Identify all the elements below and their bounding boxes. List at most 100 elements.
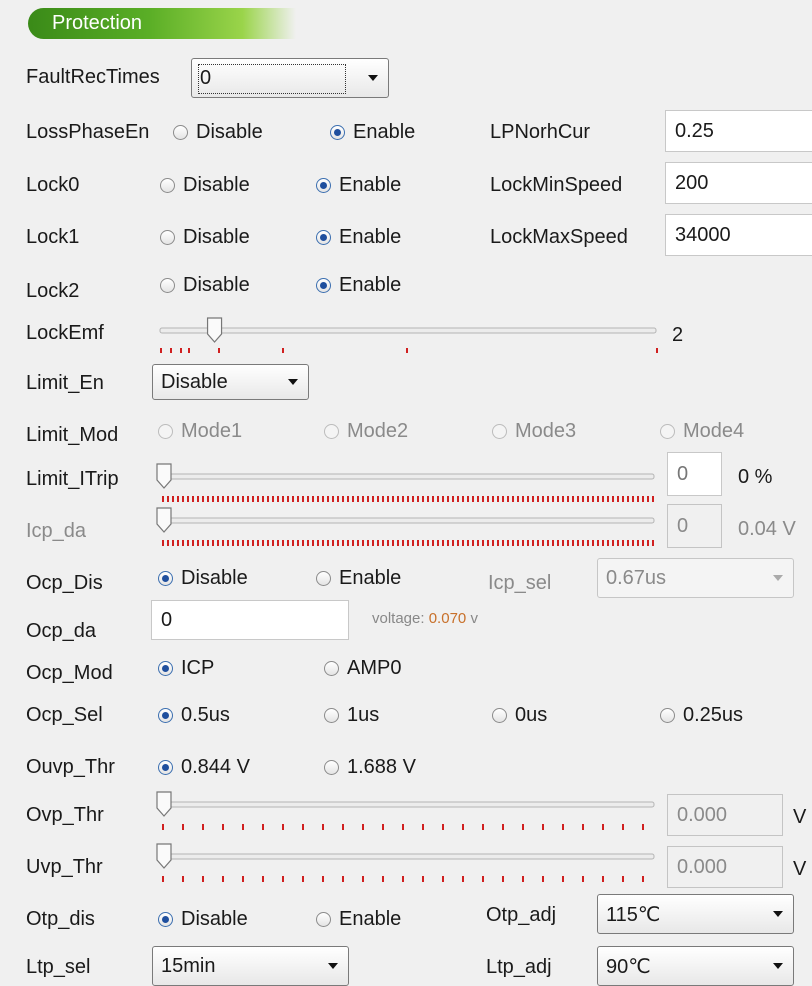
radio-icon [660,708,675,723]
slider-tick [562,540,564,546]
loss-phase-en-disable-radio[interactable]: Disable [173,121,263,144]
loss-phase-en-enable-radio[interactable]: Enable [330,121,415,144]
limit-mod-mode3-radio[interactable]: Mode3 [492,420,576,443]
slider-tick [552,540,554,546]
otp-dis-disable-radio[interactable]: Disable [158,908,248,931]
ltp-adj-select[interactable]: 90℃ [597,946,794,986]
slider-tick [170,348,172,353]
lock1-disable-radio[interactable]: Disable [160,226,250,249]
slider-tick [307,540,309,546]
slider-tick [422,540,424,546]
uvp-thr-value: 0.000 [677,855,728,878]
radio-label: ICP [181,657,215,679]
ltp-sel-select[interactable]: 15min [152,946,349,986]
ocp-mod-icp-radio[interactable]: ICP [158,657,214,680]
lock-max-speed-input[interactable]: 34000 [665,214,812,256]
lock0-label: Lock0 [26,174,80,196]
ocp-sel-0us-radio[interactable]: 0us [492,704,547,727]
ltp-sel-label: Ltp_sel [26,956,91,978]
slider-tick [632,540,634,546]
ocp-sel-0-25us-radio[interactable]: 0.25us [660,704,743,727]
otp-dis-enable-radio[interactable]: Enable [316,908,401,931]
slider-tick [582,824,584,830]
slider-tick [262,876,264,882]
limit-mod-mode2-radio[interactable]: Mode2 [324,420,408,443]
ovp-thr-input[interactable]: 0.000 [667,794,783,836]
lock-min-speed-input[interactable]: 200 [665,162,812,204]
lock2-disable-radio[interactable]: Disable [160,274,250,297]
ocp-sel-0-5us-radio[interactable]: 0.5us [158,704,230,727]
radio-icon [160,178,175,193]
otp-adj-select[interactable]: 115℃ [597,894,794,934]
slider-tick [656,348,658,353]
ocp-mod-amp0-radio[interactable]: AMP0 [324,657,401,680]
slider-tick [172,540,174,546]
section-title: Protection [52,12,143,34]
icp-sel-select[interactable]: 0.67us [597,558,794,598]
radio-label: Mode3 [515,420,577,442]
uvp-thr-label: Uvp_Thr [26,856,103,878]
fault-rec-times-select[interactable]: 0 [191,58,389,98]
ocp-da-value: 0 [161,608,173,631]
uvp-thr-slider[interactable] [150,838,665,888]
chevron-down-icon [288,379,298,385]
lp-norh-cur-input[interactable]: 0.25 [665,110,812,152]
lock-emf-label: LockEmf [26,322,104,344]
slider-thumb[interactable] [156,463,172,489]
radio-label: AMP0 [347,657,402,679]
limit-mod-mode4-radio[interactable]: Mode4 [660,420,744,443]
slider-tick [437,540,439,546]
ocp-dis-disable-radio[interactable]: Disable [158,567,248,590]
slider-tick [622,824,624,830]
slider-tick [202,876,204,882]
otp-adj-label: Otp_adj [486,904,557,926]
lock1-enable-radio[interactable]: Enable [316,226,401,249]
limit-itrip-slider[interactable] [150,458,665,508]
slider-tick [357,540,359,546]
icp-da-input[interactable]: 0 [667,504,722,548]
radio-icon [492,424,507,439]
slider-thumb[interactable] [156,791,172,817]
slider-tick [412,540,414,546]
ouvp-thr-0-844-radio[interactable]: 0.844 V [158,756,250,779]
ovp-thr-slider[interactable] [150,786,665,836]
slider-tick [212,540,214,546]
slider-tick [297,540,299,546]
slider-thumb[interactable] [206,317,223,343]
lock-emf-slider[interactable] [150,312,670,364]
lock2-enable-radio[interactable]: Enable [316,274,401,297]
slider-tick [512,540,514,546]
icp-da-slider[interactable] [150,502,665,552]
ouvp-thr-1-688-radio[interactable]: 1.688 V [324,756,416,779]
lock0-enable-radio[interactable]: Enable [316,174,401,197]
radio-checked-icon [316,178,331,193]
voltage-unit: v [470,610,478,627]
slider-tick [367,540,369,546]
slider-tick [652,540,654,546]
ltp-adj-label: Ltp_adj [486,956,552,978]
slider-tick [287,540,289,546]
uvp-thr-input[interactable]: 0.000 [667,846,783,888]
loss-phase-en-label: LossPhaseEn [26,121,150,143]
slider-tick [442,824,444,830]
ocp-sel-1us-radio[interactable]: 1us [324,704,379,727]
slider-tick [487,540,489,546]
slider-tick [282,876,284,882]
slider-tick [622,876,624,882]
limit-mod-mode1-radio[interactable]: Mode1 [158,420,242,443]
slider-tick [302,824,304,830]
slider-thumb[interactable] [156,507,172,533]
lock-emf-value: 2 [672,324,684,346]
radio-label: Mode4 [683,420,745,442]
slider-tick [322,824,324,830]
slider-tick [162,540,164,546]
ocp-da-input[interactable]: 0 [151,600,349,640]
slider-tick [402,824,404,830]
lock0-disable-radio[interactable]: Disable [160,174,250,197]
slider-thumb[interactable] [156,843,172,869]
slider-tick [547,540,549,546]
ocp-dis-enable-radio[interactable]: Enable [316,567,401,590]
limit-itrip-input[interactable]: 0 [667,452,722,496]
slider-tick [562,876,564,882]
limit-en-select[interactable]: Disable [152,364,309,400]
